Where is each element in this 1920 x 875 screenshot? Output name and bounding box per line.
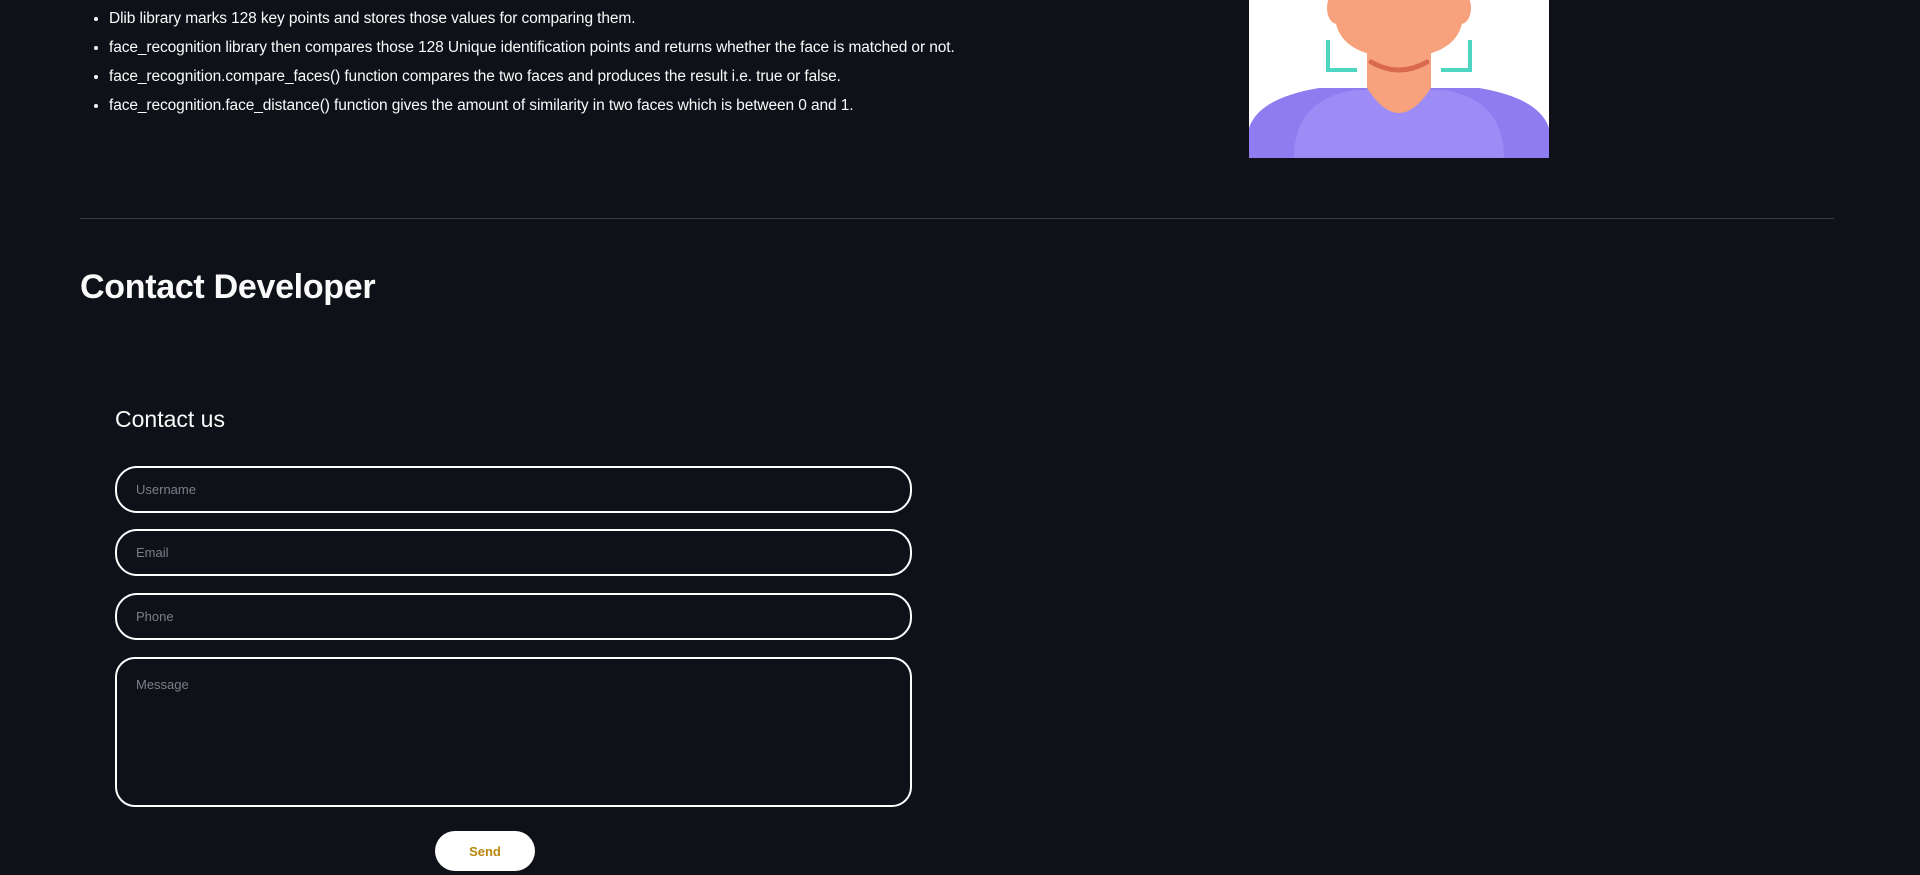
- info-bullet-list: Dlib library marks 128 key points and st…: [80, 4, 1209, 120]
- info-bullet-item: face_recognition library then compares t…: [109, 33, 1209, 62]
- face-scan-icon: [1249, 0, 1549, 158]
- phone-input[interactable]: [115, 593, 912, 640]
- email-input[interactable]: [115, 529, 912, 576]
- info-bullet-item: face_recognition.compare_faces() functio…: [109, 62, 1209, 91]
- username-input[interactable]: [115, 466, 912, 513]
- face-scan-illustration: [1249, 0, 1549, 158]
- page: Dlib library marks 128 key points and st…: [0, 0, 1920, 875]
- message-textarea[interactable]: [115, 657, 912, 807]
- send-button[interactable]: Send: [435, 831, 535, 871]
- section-divider: [80, 218, 1834, 219]
- info-bullet-item: Dlib library marks 128 key points and st…: [109, 4, 1209, 33]
- contact-section-title: Contact Developer: [80, 268, 376, 306]
- contact-form-title: Contact us: [115, 406, 225, 432]
- info-bullet-item: face_recognition.face_distance() functio…: [109, 91, 1209, 120]
